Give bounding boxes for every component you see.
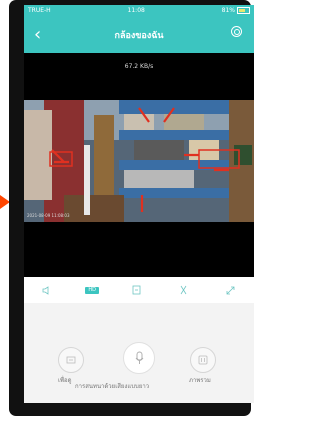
microphone-button[interactable] <box>123 342 155 374</box>
bitrate-label: 67.2 KB/s <box>124 63 154 70</box>
battery-status: 81% <box>222 7 250 14</box>
album-icon-button[interactable] <box>190 347 216 373</box>
history-icon-button[interactable] <box>58 347 84 373</box>
nav-bar: ‹ กล้องของฉัน <box>24 16 254 53</box>
carrier-label: TRUE-H <box>28 7 51 14</box>
history-icon <box>66 356 76 364</box>
clock: 11:08 <box>127 7 145 14</box>
speaker-icon[interactable] <box>38 283 56 297</box>
video-toolbar: HD <box>24 277 254 303</box>
mic-control <box>123 342 155 374</box>
camera-feed: 2021-08-09 11:08:03 <box>24 100 254 222</box>
video-area[interactable]: 67.2 KB/s 2021-08-09 11:08:03 <box>24 53 254 277</box>
battery-icon <box>237 7 250 14</box>
control-panel: เพื่อดู การสนทนาด้วยเสียงแบบยาว ภาพรวม <box>24 303 254 403</box>
history-label: เพื่อดู <box>58 377 72 384</box>
page-title: กล้องของฉัน <box>114 31 164 41</box>
microphone-icon <box>135 351 143 364</box>
video-timestamp: 2021-08-09 11:08:03 <box>27 213 70 218</box>
history-control <box>58 347 84 373</box>
album-label: ภาพรวม <box>189 377 211 384</box>
album-icon <box>198 355 208 365</box>
settings-icon[interactable] <box>231 26 242 37</box>
app-screen: TRUE-H 11:08 81% ‹ กล้องของฉัน 67.2 KB/s <box>24 5 254 403</box>
quality-button[interactable]: HD <box>85 286 100 294</box>
status-bar: TRUE-H 11:08 81% <box>24 5 254 16</box>
mic-caption: การสนทนาด้วยเสียงแบบยาว <box>75 383 150 390</box>
camera-feed-image <box>24 100 254 222</box>
screenshot-icon[interactable] <box>128 283 146 297</box>
phone-frame: TRUE-H 11:08 81% ‹ กล้องของฉัน 67.2 KB/s <box>9 0 254 416</box>
scissors-icon[interactable] <box>175 283 193 297</box>
fullscreen-icon[interactable] <box>222 283 240 297</box>
album-control <box>190 347 216 373</box>
